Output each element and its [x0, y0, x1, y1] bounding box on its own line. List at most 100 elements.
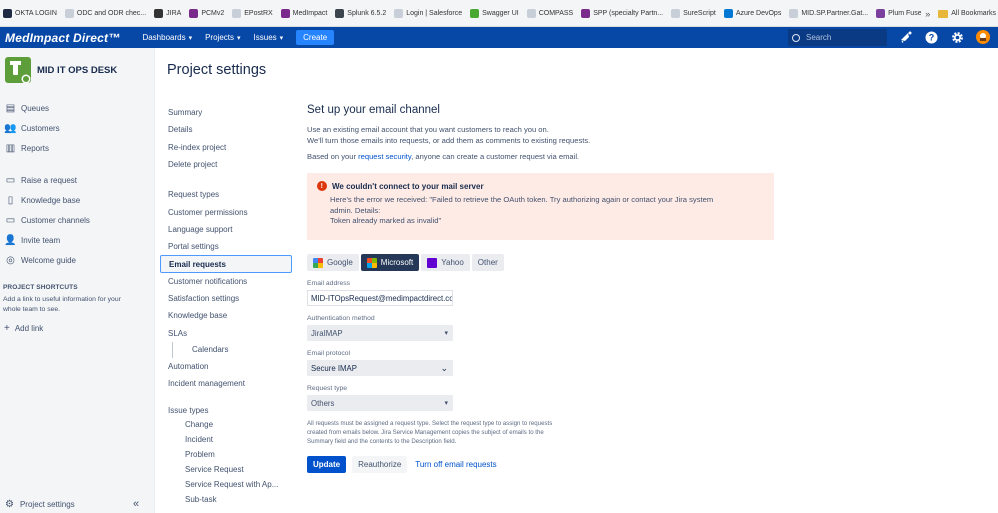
sidebar-item-knowledge-base[interactable]: ▯ Knowledge base — [0, 190, 154, 210]
request-security-prefix: Based on your — [307, 152, 359, 161]
bookmark-label: MedImpact — [292, 9, 328, 17]
nav-issue-type-service-request-approvals[interactable]: Service Request with Ap... — [160, 477, 292, 492]
nav-customer-permissions[interactable]: Customer permissions — [160, 203, 292, 220]
sidebar-item-invite-team[interactable]: 👤 Invite team — [0, 230, 154, 250]
bookmark-icon — [789, 8, 799, 18]
projects-menu[interactable]: Projects ▾ — [205, 33, 240, 42]
nav-issue-types[interactable]: Issue types — [160, 404, 292, 417]
knowledge-base-icon: ▯ — [7, 194, 14, 206]
auth-method-select[interactable]: JiraIMAP ▾ — [307, 325, 453, 341]
add-link-button[interactable]: + Add link — [0, 315, 154, 334]
bookmarks-more-button[interactable]: » — [925, 9, 930, 19]
nav-issue-type-subtask[interactable]: Sub-task — [160, 492, 292, 507]
all-bookmarks-link[interactable]: All Bookmarks — [951, 10, 998, 17]
email-protocol-label: Email protocol — [307, 350, 351, 357]
project-settings-sidebar-item[interactable]: ⚙ Project settings « — [0, 495, 155, 513]
email-protocol-select[interactable]: Secure IMAP ⌄ — [307, 360, 453, 376]
sidebar-item-customers[interactable]: 👥 Customers — [0, 118, 154, 138]
project-name: MID IT OPS DESK — [37, 64, 118, 76]
collapse-sidebar-icon[interactable]: « — [133, 498, 139, 510]
sidebar-item-label: Knowledge base — [21, 195, 81, 205]
notifications-icon[interactable] — [898, 30, 912, 44]
section-heading: Set up your email channel — [307, 104, 440, 116]
help-icon[interactable]: ? — [924, 30, 938, 44]
nav-details[interactable]: Details — [160, 121, 292, 138]
bookmark-item[interactable]: MID.SP.Partner.Gat... — [789, 8, 868, 18]
search-input[interactable]: Search — [788, 29, 887, 46]
dashboards-menu[interactable]: Dashboards ▾ — [142, 33, 192, 42]
sidebar-item-customer-channels[interactable]: ▭ Customer channels — [0, 210, 154, 230]
nav-portal-settings[interactable]: Portal settings — [160, 238, 292, 255]
error-line-2: admin. Details: — [330, 205, 381, 215]
provider-other-tab[interactable]: Other — [471, 254, 504, 271]
bookmark-item[interactable]: Azure DevOps — [723, 8, 781, 18]
create-button[interactable]: Create — [296, 30, 335, 45]
sidebar-item-welcome-guide[interactable]: ◎ Welcome guide — [0, 250, 154, 270]
chevron-down-icon: ▾ — [279, 34, 284, 42]
nav-incident-management[interactable]: Incident management — [160, 375, 292, 392]
turn-off-email-requests-link[interactable]: Turn off email requests — [415, 460, 496, 469]
bookmark-item[interactable]: EPostRX — [232, 8, 273, 18]
app-logo[interactable]: MedImpact Direct™ — [5, 31, 120, 45]
bookmark-item[interactable]: Splunk 6.5.2 — [335, 8, 386, 18]
bookmark-icon — [64, 8, 74, 18]
nav-language-support[interactable]: Language support — [160, 221, 292, 238]
request-type-select[interactable]: Others ▾ — [307, 395, 453, 411]
nav-issue-type-incident[interactable]: Incident — [160, 432, 292, 447]
bookmark-item[interactable]: PCMv2 — [189, 8, 224, 18]
bookmark-item[interactable]: SureScript — [671, 8, 716, 18]
sidebar-item-queues[interactable]: ▤ Queues — [0, 98, 154, 118]
email-provider-tabs: Google Microsoft Yahoo Other — [307, 254, 777, 271]
nav-delete-project[interactable]: Delete project — [160, 156, 292, 173]
email-address-field[interactable]: MID-ITOpsRequest@medimpactdirect.com — [307, 290, 453, 306]
bookmark-item[interactable]: OKTA LOGIN — [3, 8, 57, 18]
provider-google-tab[interactable]: Google — [307, 254, 359, 271]
request-security-suffix: , anyone can create a customer request v… — [411, 152, 580, 161]
provider-yahoo-label: Yahoo — [441, 258, 464, 267]
bookmark-item[interactable]: JIRA — [154, 8, 181, 18]
bookmarks-bar: OKTA LOGIN ODC and ODR chec... JIRA PCMv2 EP… — [0, 0, 998, 27]
nav-calendars[interactable]: Calendars — [172, 341, 292, 358]
bookmark-label: COMPASS — [538, 9, 574, 17]
bookmark-item[interactable]: MedImpact — [280, 8, 328, 18]
nav-request-types[interactable]: Request types — [160, 186, 292, 203]
bookmark-item[interactable]: Swagger UI — [470, 8, 519, 18]
issues-menu[interactable]: Issues ▾ — [254, 33, 284, 42]
help-line-2: created from emails below. Jira Service … — [307, 429, 544, 437]
sidebar-item-label: Raise a request — [21, 175, 78, 185]
provider-microsoft-tab[interactable]: Microsoft — [360, 254, 420, 271]
bookmark-item[interactable]: COMPASS — [526, 8, 574, 18]
search-placeholder: Search — [806, 33, 832, 42]
error-line-1: Here's the error we received: "Failed to… — [330, 195, 714, 204]
user-avatar[interactable] — [976, 30, 990, 44]
provider-yahoo-tab[interactable]: Yahoo — [421, 254, 470, 271]
sidebar-item-reports[interactable]: ▥ Reports — [0, 138, 154, 158]
bookmark-label: Login | Salesforce — [406, 9, 463, 17]
nav-reindex-project[interactable]: Re-index project — [160, 139, 292, 156]
folder-icon — [938, 9, 949, 18]
error-banner: ! We couldn't connect to your mail serve… — [307, 173, 774, 240]
nav-issue-type-problem[interactable]: Problem — [160, 447, 292, 462]
sidebar-item-raise-a-request[interactable]: ▭ Raise a request — [0, 170, 154, 190]
nav-slas[interactable]: SLAs — [160, 325, 292, 342]
bookmark-item[interactable]: ODC and ODR chec... — [64, 8, 146, 18]
settings-gear-icon[interactable] — [950, 30, 964, 44]
bookmark-icon — [581, 8, 591, 18]
nav-issue-type-change[interactable]: Change — [160, 417, 292, 432]
nav-automation[interactable]: Automation — [160, 358, 292, 375]
nav-knowledge-base[interactable]: Knowledge base — [160, 307, 292, 324]
request-security-link[interactable]: request security — [358, 152, 411, 161]
error-title-text: We couldn't connect to your mail server — [332, 181, 484, 191]
update-button[interactable]: Update — [307, 455, 347, 473]
bookmark-label: SureScript — [683, 9, 716, 17]
nav-email-requests[interactable]: Email requests — [160, 255, 292, 273]
nav-summary[interactable]: Summary — [160, 104, 292, 121]
reauthorize-button[interactable]: Reauthorize — [352, 455, 408, 473]
nav-issue-type-service-request[interactable]: Service Request — [160, 462, 292, 477]
nav-customer-notifications[interactable]: Customer notifications — [160, 273, 292, 290]
project-header[interactable]: MID IT OPS DESK — [0, 48, 154, 84]
nav-satisfaction-settings[interactable]: Satisfaction settings — [160, 290, 292, 307]
bookmark-item[interactable]: Login | Salesforce — [394, 8, 463, 18]
chevron-down-icon: ▾ — [444, 400, 448, 407]
bookmark-item[interactable]: SPP (specialty Partn... — [581, 8, 663, 18]
